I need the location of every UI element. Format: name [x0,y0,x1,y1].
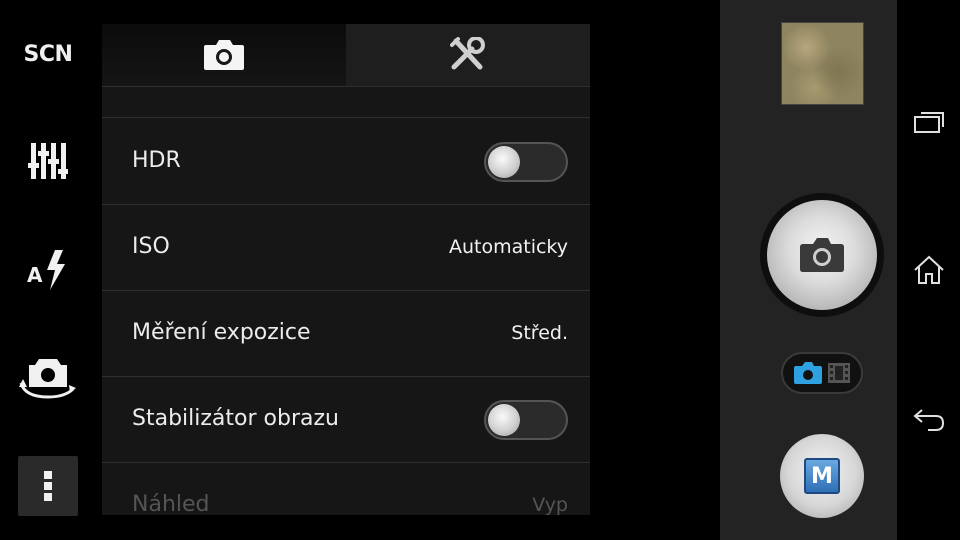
recent-apps-button[interactable] [897,100,960,144]
shutter-button[interactable] [767,200,877,310]
tab-general-settings[interactable] [346,24,590,86]
preview-setting-row[interactable]: Náhled Vyp [102,462,590,515]
preview-value: Vyp [532,494,568,515]
manual-mode-label: M [804,458,840,494]
home-icon [913,255,944,284]
tools-icon [450,37,485,70]
camera-controls: M [720,0,897,540]
hdr-toggle[interactable] [484,142,568,182]
last-photo-thumbnail[interactable] [781,22,864,105]
list-separator [102,86,590,118]
svg-text:A: A [27,263,43,287]
photo-mode-icon [794,362,822,384]
flash-button[interactable]: A [0,246,96,294]
more-options-button[interactable] [18,456,78,516]
adjustments-button[interactable] [0,136,96,186]
scene-mode-label: SCN [23,41,73,67]
stabilizer-toggle[interactable] [484,400,568,440]
stabilizer-setting-row[interactable]: Stabilizátor obrazu [102,376,590,463]
metering-setting-row[interactable]: Měření expozice Střed. [102,290,590,377]
hdr-setting-row[interactable]: HDR [102,118,590,205]
home-button[interactable] [897,248,960,292]
preview-label: Náhled [132,492,210,515]
system-nav-bar [897,0,960,540]
settings-tabs [102,24,590,87]
scene-mode-button[interactable]: SCN [0,32,96,76]
back-button[interactable] [897,398,960,442]
metering-value: Střed. [511,322,568,344]
iso-label: ISO [132,234,170,259]
camera-icon [204,40,244,70]
metering-label: Měření expozice [132,320,311,345]
tab-camera-settings[interactable] [102,24,346,86]
switch-camera-button[interactable] [0,352,96,406]
manual-mode-button[interactable]: M [780,434,864,518]
shutter-ring [760,193,884,317]
more-icon [44,468,52,504]
video-mode-icon [828,363,850,383]
photo-video-mode-switch[interactable] [781,352,863,394]
auto-flash-icon: A [27,250,65,290]
toggle-knob [488,404,520,436]
iso-value: Automaticky [448,236,568,258]
settings-panel: HDR ISO Automaticky Měření expozice Stře… [102,24,590,515]
iso-setting-row[interactable]: ISO Automaticky [102,204,590,291]
left-sidebar: SCN A [0,0,96,540]
back-icon [912,409,944,431]
recent-apps-icon [913,112,944,133]
stabilizer-label: Stabilizátor obrazu [132,406,339,431]
switch-camera-icon [19,359,76,399]
hdr-label: HDR [132,148,181,173]
toggle-knob [488,146,520,178]
sliders-icon [28,143,68,179]
camera-icon [800,238,844,272]
